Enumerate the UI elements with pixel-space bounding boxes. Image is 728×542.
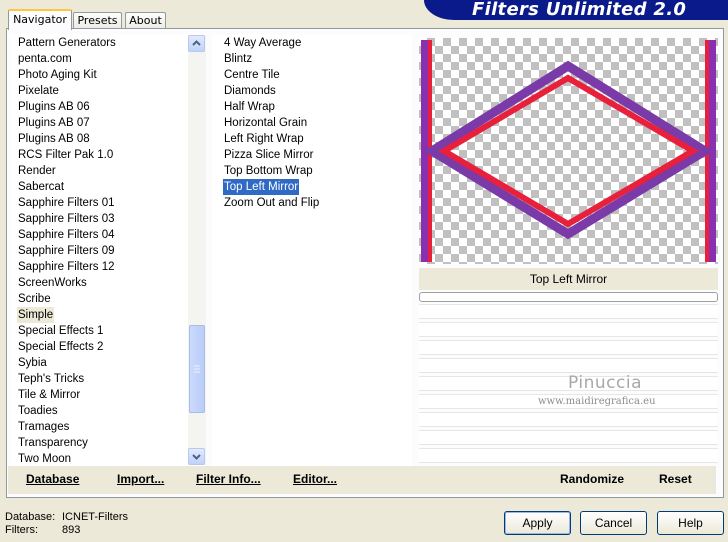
filter-list-item[interactable]: Left Right Wrap [223,131,305,147]
import-button[interactable]: Import... [117,472,164,486]
category-list-item[interactable]: Simple [17,307,55,323]
category-list-item[interactable]: Plugins AB 06 [17,99,91,115]
database-value: ICNET-Filters [62,511,128,523]
category-list-item[interactable]: Sybia [17,355,48,371]
category-scrollbar[interactable] [188,35,206,465]
category-list-item[interactable]: Toadies [17,403,59,419]
filters-count-label: Filters: [5,524,38,536]
filter-list-item[interactable]: Diamonds [223,83,277,99]
category-list-item[interactable]: Sapphire Filters 01 [17,195,116,211]
scroll-thumb[interactable] [189,325,205,413]
category-list-item[interactable]: Sapphire Filters 04 [17,227,116,243]
help-button[interactable]: Help [657,511,724,535]
category-list-item[interactable]: Plugins AB 08 [17,131,91,147]
category-list-item[interactable]: Sapphire Filters 03 [17,211,116,227]
filter-list-item[interactable]: Top Bottom Wrap [223,163,314,179]
preview-filter-label: Top Left Mirror [419,268,718,290]
chevron-up-icon [192,40,201,46]
scroll-down-button[interactable] [188,448,205,465]
category-list-item[interactable]: Tile & Mirror [17,387,81,403]
parameter-row [419,304,718,319]
category-list-item[interactable]: Scribe [17,291,52,307]
filter-list-item[interactable]: Top Left Mirror [223,179,300,195]
category-list-item[interactable]: Plugins AB 07 [17,115,91,131]
filter-list[interactable]: 4 Way Average Blintz Centre Tile Diamonds Ha… [212,34,412,466]
category-list-item[interactable]: penta.com [17,51,73,67]
database-label: Database: [5,511,56,523]
category-list-item[interactable]: Sapphire Filters 12 [17,259,116,275]
category-list-item[interactable]: Sabercat [17,179,65,195]
database-button[interactable]: Database [26,472,79,486]
reset-button[interactable]: Reset [659,472,692,486]
filter-list-item[interactable]: Horizontal Grain [223,115,308,131]
category-list-item[interactable]: Tramages [17,419,70,435]
parameter-row [419,448,718,463]
category-list-item[interactable]: RCS Filter Pak 1.0 [17,147,114,163]
randomize-button[interactable]: Randomize [560,472,624,486]
parameter-row [419,358,718,373]
filter-list-item[interactable]: Zoom Out and Flip [223,195,320,211]
apply-button[interactable]: Apply [504,511,571,535]
editor-button[interactable]: Editor... [293,472,337,486]
grip-icon [194,365,200,373]
parameter-row [419,430,718,445]
category-list-item[interactable]: Sapphire Filters 09 [17,243,116,259]
chevron-down-icon [192,454,201,460]
parameter-row [419,322,718,337]
category-list-item[interactable]: ScreenWorks [17,275,88,291]
filter-list-item[interactable]: Blintz [223,51,253,67]
scroll-up-button[interactable] [188,35,205,52]
progress-bar [419,292,718,302]
category-list-item[interactable]: Teph's Tricks [17,371,85,387]
tab-about[interactable]: About [125,12,166,29]
category-list-item[interactable]: Transparency [17,435,89,451]
category-list-item[interactable]: Render [17,163,57,179]
filter-list-item[interactable]: Half Wrap [223,99,276,115]
cancel-button[interactable]: Cancel [580,511,647,535]
filter-list-item[interactable]: Centre Tile [223,67,281,83]
tab-presets[interactable]: Presets [73,12,122,29]
preview-image [419,38,718,264]
category-list-item[interactable]: Photo Aging Kit [17,67,98,83]
title-banner: Filters Unlimited 2.0 [424,0,728,20]
frame-pattern-graphic [421,40,716,262]
banner-title: Filters Unlimited 2.0 [472,0,687,20]
parameter-row [419,340,718,355]
category-list-item[interactable]: Special Effects 2 [17,339,104,355]
category-list-item[interactable]: Pattern Generators [17,35,117,51]
filter-list-item[interactable]: 4 Way Average [223,35,302,51]
category-list[interactable]: Pattern Generators penta.com Photo Aging K… [10,34,206,466]
parameter-row [419,412,718,427]
tab-navigator[interactable]: Navigator [8,9,72,30]
watermark-url: www.maidiregrafica.eu [538,396,656,407]
category-list-item[interactable]: Special Effects 1 [17,323,104,339]
filters-count-value: 893 [62,524,81,536]
filter-list-item[interactable]: Pizza Slice Mirror [223,147,314,163]
filter-info-button[interactable]: Filter Info... [196,472,261,486]
category-list-item[interactable]: Pixelate [17,83,60,99]
watermark-name: Pinuccia [568,373,642,393]
category-list-item[interactable]: Two Moon [17,451,72,466]
